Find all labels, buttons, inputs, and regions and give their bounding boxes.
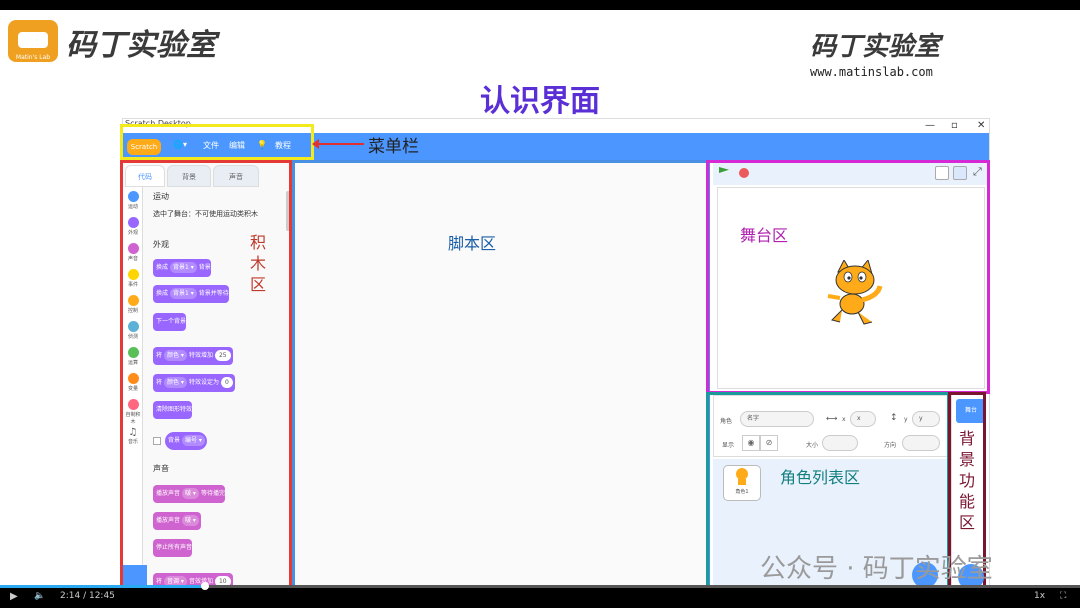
playback-speed[interactable]: 1x — [1034, 591, 1045, 601]
close-button[interactable]: ✕ — [977, 120, 985, 131]
menubar-arrow — [318, 143, 364, 145]
annotation-char: 景 — [959, 449, 975, 470]
volume-icon[interactable]: 🔈 — [34, 591, 45, 601]
annotation-char: 功 — [959, 470, 975, 491]
annotation-char: 木 — [250, 253, 266, 274]
script-annotation: 脚本区 — [448, 230, 496, 254]
annotation-char: 区 — [250, 274, 266, 295]
menubar-annotation: 菜单栏 — [368, 132, 419, 157]
annotation-char: 积 — [250, 232, 266, 253]
menubar-highlight-box — [120, 124, 314, 160]
page-title: 认识界面 — [0, 76, 1080, 120]
play-icon[interactable]: ▶ — [10, 591, 18, 602]
wechat-watermark: 公众号 · 码丁实验室 — [720, 548, 993, 585]
robot-face-icon — [18, 32, 48, 48]
annotation-char: 能 — [959, 491, 975, 512]
minimize-button[interactable]: — — [925, 120, 935, 131]
maximize-button[interactable]: ▫ — [951, 120, 958, 131]
video-progress-bar[interactable] — [0, 585, 1080, 588]
blocks-annotation: 积 木 区 — [250, 232, 266, 295]
annotation-char: 背 — [959, 428, 975, 449]
backdrop-annotation: 背 景 功 能 区 — [959, 428, 975, 533]
video-progress-fill — [0, 585, 205, 588]
video-top-bar — [0, 0, 1080, 10]
script-highlight-box — [292, 160, 710, 590]
stage-annotation: 舞台区 — [740, 222, 788, 246]
fullscreen-icon[interactable]: ⛶ — [1060, 591, 1066, 601]
brand-left: Matin's Lab 码丁实验室 — [8, 14, 238, 64]
brand-left-title: 码丁实验室 — [66, 20, 216, 64]
brand-right: 码丁实验室 www.matinslab.com — [810, 26, 960, 79]
stage-highlight-box — [706, 160, 990, 394]
watermark-text: 公众号 · 码丁实验室 — [760, 554, 993, 584]
matins-lab-logo: Matin's Lab — [8, 20, 58, 62]
sprites-annotation: 角色列表区 — [780, 464, 860, 488]
brand-right-title: 码丁实验室 — [810, 26, 960, 63]
video-player-bar — [0, 585, 1080, 608]
logo-caption: Matin's Lab — [10, 54, 56, 61]
video-time: 2:14 / 12:45 — [60, 591, 115, 601]
annotation-char: 区 — [959, 512, 975, 533]
blocks-highlight-box — [120, 160, 292, 590]
